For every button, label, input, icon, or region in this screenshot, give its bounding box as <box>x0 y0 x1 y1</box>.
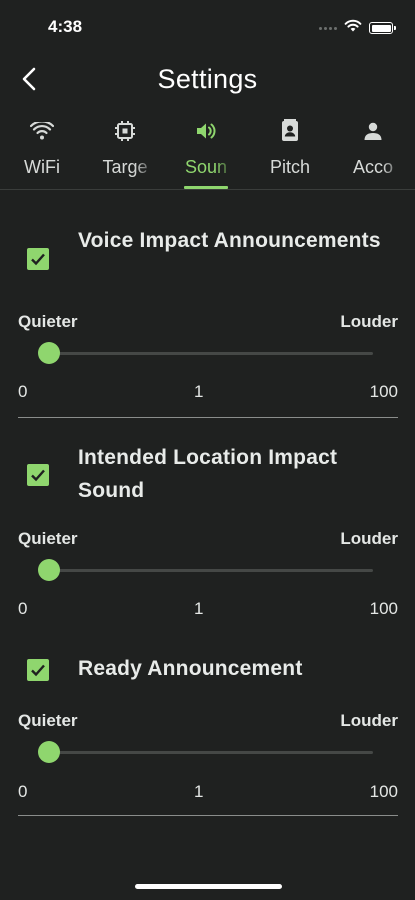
target-icon <box>112 118 138 144</box>
checkmark-icon <box>31 253 45 266</box>
ready-announcement-title: Ready Announcement <box>78 657 303 680</box>
intended-location-section: Intended Location Impact Sound Quieter L… <box>18 435 398 635</box>
quieter-label: Quieter <box>18 529 78 548</box>
active-tab-indicator <box>184 186 228 189</box>
divider <box>18 417 398 418</box>
louder-label: Louder <box>340 312 398 331</box>
voice-impact-checkbox[interactable] <box>27 248 49 270</box>
scale-min: 0 <box>18 782 28 801</box>
home-indicator <box>135 884 282 889</box>
louder-label: Louder <box>340 711 398 730</box>
voice-impact-title: Voice Impact Announcements <box>78 229 381 252</box>
cellular-signal-icon <box>319 26 337 30</box>
scale-mid: 1 <box>194 382 204 401</box>
status-time: 4:38 <box>48 17 83 36</box>
checkmark-icon <box>31 664 45 677</box>
nav-bar: Settings <box>0 52 415 108</box>
battery-icon <box>369 22 396 34</box>
tab-wifi-label: WiFi <box>24 157 60 177</box>
quieter-label: Quieter <box>18 711 78 730</box>
tab-target[interactable]: Targe <box>94 110 156 189</box>
status-icons <box>319 19 396 37</box>
voice-impact-volume-slider[interactable] <box>38 342 373 364</box>
wifi-icon <box>29 118 55 144</box>
speaker-icon <box>193 118 219 144</box>
tab-sound[interactable]: Soun <box>176 110 236 189</box>
ready-announcement-section: Ready Announcement Quieter Louder 0 1 10… <box>18 650 398 818</box>
wifi-status-icon <box>344 19 362 37</box>
intended-location-checkbox[interactable] <box>27 464 49 486</box>
ready-announcement-checkbox[interactable] <box>27 659 49 681</box>
tab-pitch[interactable]: Pitch <box>260 110 320 189</box>
checkmark-icon <box>31 469 45 482</box>
quieter-label: Quieter <box>18 312 78 331</box>
scale-mid: 1 <box>194 599 204 618</box>
intended-location-title: Intended Location Impact Sound <box>78 446 338 502</box>
ready-announcement-volume-slider[interactable] <box>38 741 373 763</box>
scale-max: 100 <box>369 782 398 801</box>
tab-bar: WiFi Targe Soun Pitch Acco <box>0 110 415 190</box>
person-icon <box>360 118 386 144</box>
contact-card-icon <box>277 118 303 144</box>
scale-max: 100 <box>369 382 398 401</box>
tab-account[interactable]: Acco <box>342 110 404 189</box>
tab-target-label: Targe <box>102 157 148 177</box>
scale-mid: 1 <box>194 782 204 801</box>
scale-max: 100 <box>369 599 398 618</box>
page-title: Settings <box>157 64 258 94</box>
divider <box>18 815 398 816</box>
voice-impact-section: Voice Impact Announcements Quieter Loude… <box>18 218 398 420</box>
status-bar: 4:38 <box>0 0 415 52</box>
scale-min: 0 <box>18 382 28 401</box>
intended-location-volume-slider[interactable] <box>38 559 373 581</box>
louder-label: Louder <box>340 529 398 548</box>
scale-min: 0 <box>18 599 28 618</box>
slider-thumb[interactable] <box>38 342 61 364</box>
slider-thumb[interactable] <box>38 741 61 763</box>
tab-account-label: Acco <box>352 157 394 177</box>
tab-wifi[interactable]: WiFi <box>14 110 70 189</box>
tab-pitch-label: Pitch <box>269 157 311 177</box>
tab-sound-label: Soun <box>184 157 228 177</box>
slider-thumb[interactable] <box>38 559 61 581</box>
